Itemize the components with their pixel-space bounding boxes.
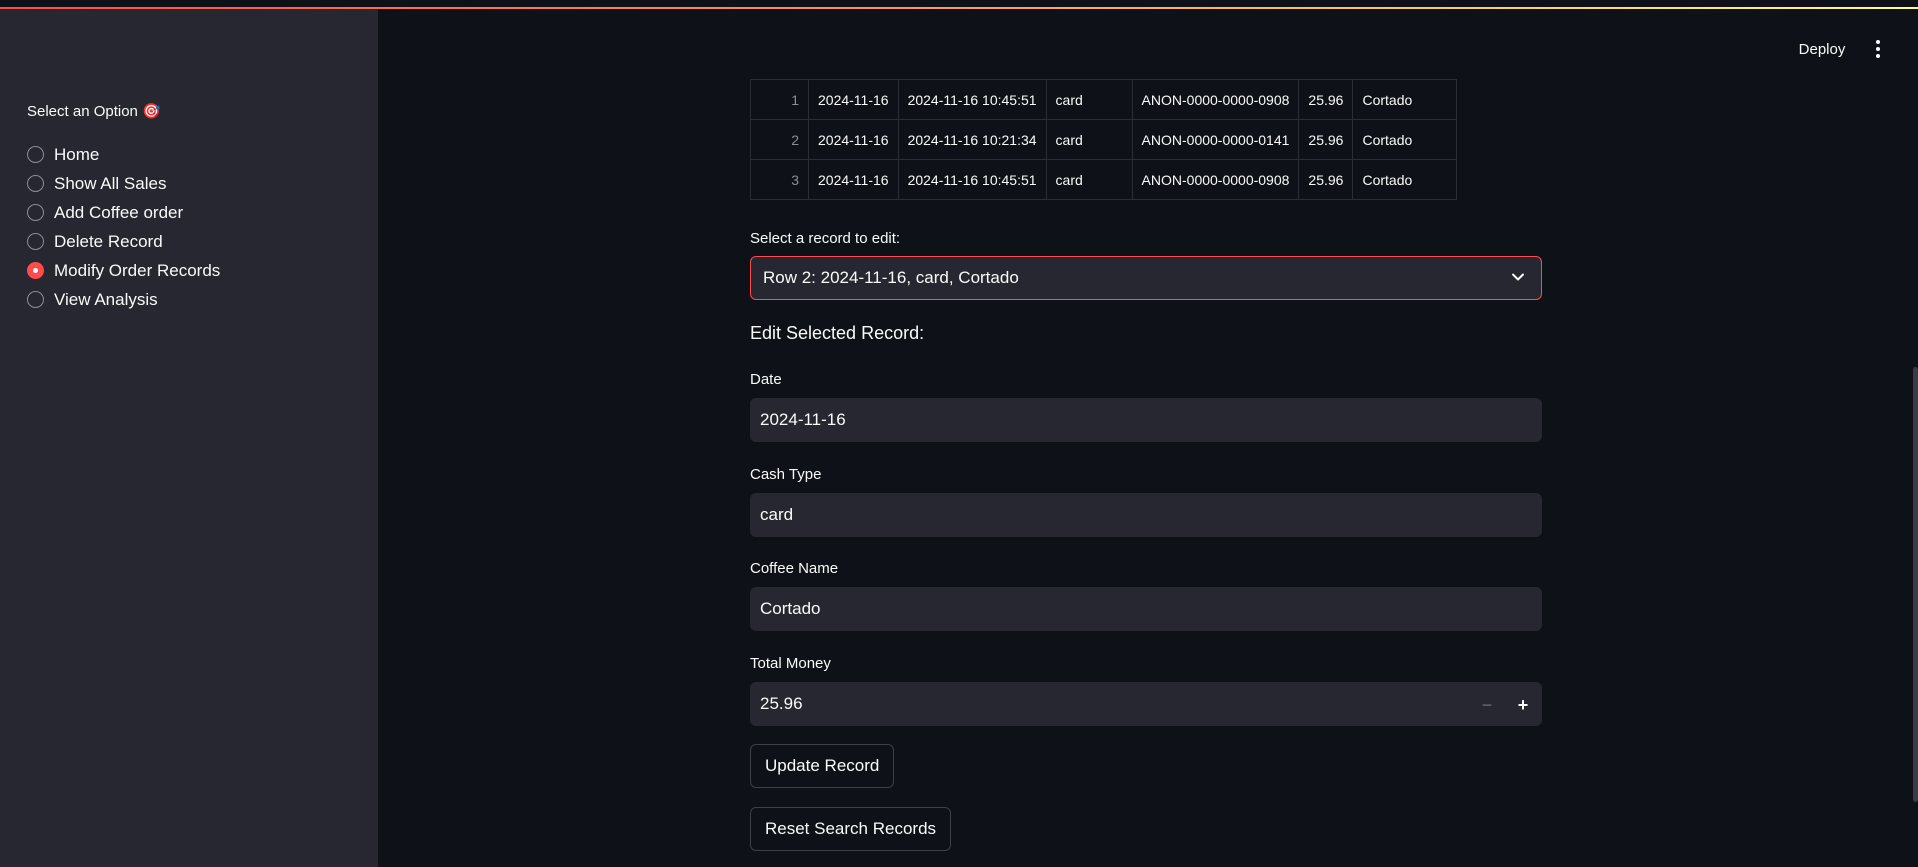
- radio-selected-icon[interactable]: [27, 262, 44, 279]
- total-money-input[interactable]: 25.96: [760, 694, 803, 714]
- main-menu-icon[interactable]: [1866, 36, 1890, 62]
- scrollbar-thumb[interactable]: [1913, 367, 1918, 802]
- menu-dot: [1876, 54, 1880, 58]
- radio-home[interactable]: Home: [27, 140, 220, 169]
- table-cell: 2024-11-16: [808, 119, 899, 160]
- radio-circle-icon[interactable]: [27, 233, 44, 250]
- menu-dot: [1876, 40, 1880, 44]
- date-label: Date: [750, 371, 782, 388]
- total-money-field: 25.96 − +: [750, 682, 1542, 726]
- table-cell: 25.96: [1298, 159, 1354, 200]
- table-cell: card: [1045, 159, 1133, 200]
- table-cell: 2024-11-16: [808, 79, 899, 120]
- record-select-dropdown[interactable]: Row 2: 2024-11-16, card, Cortado: [750, 256, 1542, 300]
- cash-type-input[interactable]: card: [750, 493, 1542, 537]
- row-index: 3: [750, 159, 809, 200]
- cash-type-label: Cash Type: [750, 466, 822, 483]
- chevron-down-icon: [1512, 273, 1524, 281]
- radio-circle-icon[interactable]: [27, 175, 44, 192]
- table-cell: 2024-11-16 10:21:34: [897, 119, 1047, 160]
- coffee-name-input[interactable]: Cortado: [750, 587, 1542, 631]
- deploy-button[interactable]: Deploy: [1786, 34, 1858, 64]
- table-cell: ANON-0000-0000-0908: [1131, 79, 1300, 120]
- table-cell: Cortado: [1352, 119, 1458, 160]
- table-cell: 25.96: [1298, 119, 1354, 160]
- table-row[interactable]: 1 2024-11-16 2024-11-16 10:45:51 card AN…: [750, 79, 1458, 120]
- table-cell: 2024-11-16 10:45:51: [897, 159, 1047, 200]
- edit-section-title: Edit Selected Record:: [750, 323, 925, 343]
- radio-add-coffee-order[interactable]: Add Coffee order: [27, 198, 220, 227]
- radio-circle-icon[interactable]: [27, 204, 44, 221]
- row-index: 2: [750, 119, 809, 160]
- table-cell: Cortado: [1352, 159, 1458, 200]
- table-cell: 2024-11-16 10:45:51: [897, 79, 1047, 120]
- radio-circle-icon[interactable]: [27, 146, 44, 163]
- table-cell: ANON-0000-0000-0141: [1131, 119, 1300, 160]
- table-cell: card: [1045, 119, 1133, 160]
- radio-delete-record[interactable]: Delete Record: [27, 227, 220, 256]
- navigation-radio-group: Home Show All Sales Add Coffee order Del…: [27, 140, 220, 314]
- row-index: 1: [750, 79, 809, 120]
- radio-label: Add Coffee order: [54, 202, 184, 222]
- radio-label: View Analysis: [54, 289, 158, 309]
- table-row[interactable]: 3 2024-11-16 2024-11-16 10:45:51 card AN…: [750, 159, 1458, 200]
- radio-label: Modify Order Records: [54, 260, 221, 280]
- update-record-button[interactable]: Update Record: [750, 744, 895, 788]
- table-cell: card: [1045, 79, 1133, 120]
- date-input[interactable]: 2024-11-16: [750, 398, 1542, 442]
- table-cell: 25.96: [1298, 79, 1354, 120]
- reset-search-records-button[interactable]: Reset Search Records: [750, 807, 952, 851]
- table-row[interactable]: 2 2024-11-16 2024-11-16 10:21:34 card AN…: [750, 119, 1458, 160]
- record-select-label: Select a record to edit:: [750, 230, 901, 247]
- sidebar: Select an Option 🎯 Home Show All Sales A…: [0, 9, 378, 867]
- radio-view-analysis[interactable]: View Analysis: [27, 285, 220, 314]
- radio-label: Show All Sales: [54, 173, 167, 193]
- radio-label: Delete Record: [54, 231, 163, 251]
- radio-show-all-sales[interactable]: Show All Sales: [27, 169, 220, 198]
- radio-label: Home: [54, 144, 100, 164]
- coffee-name-label: Coffee Name: [750, 560, 839, 577]
- record-select-value: Row 2: 2024-11-16, card, Cortado: [763, 268, 1019, 287]
- decrement-icon[interactable]: −: [1469, 683, 1505, 727]
- increment-icon[interactable]: +: [1505, 683, 1541, 727]
- total-money-label: Total Money: [750, 655, 831, 672]
- menu-dot: [1876, 47, 1880, 51]
- radio-modify-order-records[interactable]: Modify Order Records: [27, 256, 220, 285]
- radio-circle-icon[interactable]: [27, 291, 44, 308]
- table-cell: 2024-11-16: [808, 159, 899, 200]
- records-table: 1 2024-11-16 2024-11-16 10:45:51 card AN…: [750, 79, 1458, 200]
- sidebar-option-label: Select an Option 🎯: [27, 103, 161, 120]
- table-cell: ANON-0000-0000-0908: [1131, 159, 1300, 200]
- table-cell: Cortado: [1352, 79, 1458, 120]
